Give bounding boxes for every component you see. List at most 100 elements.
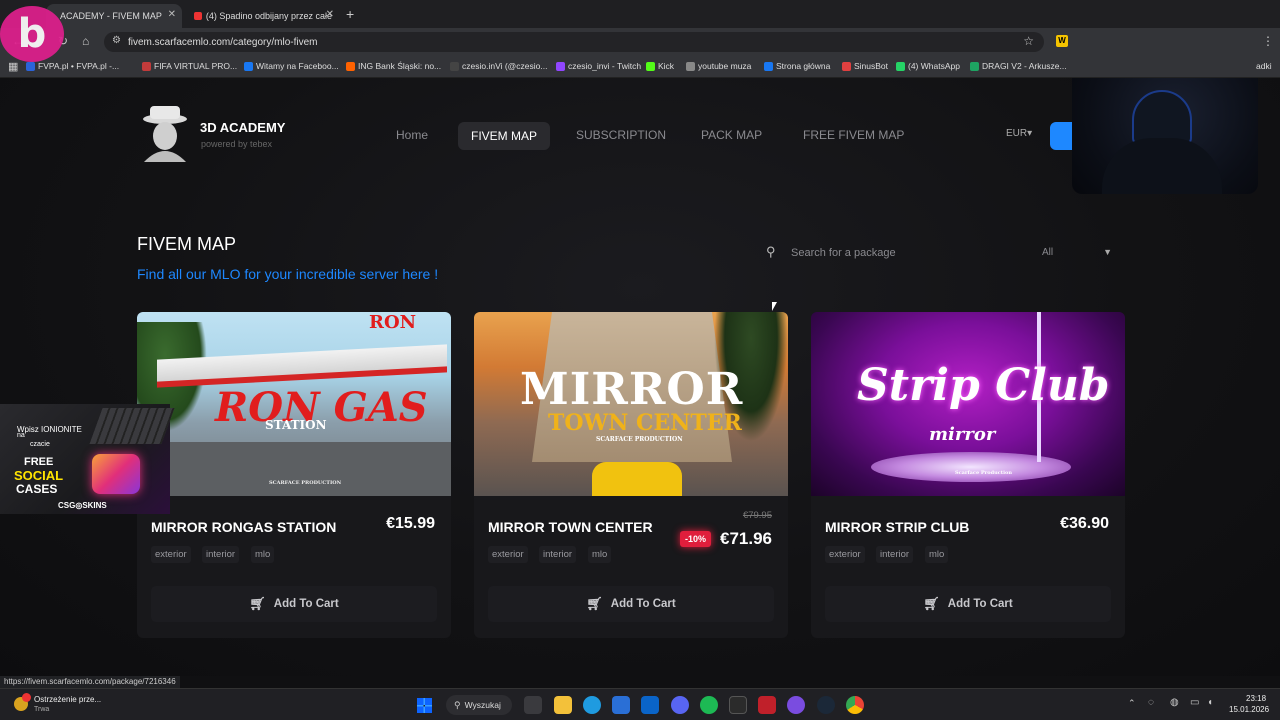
promo-big: FREE <box>24 456 54 468</box>
nav-free-fivem-map[interactable]: FREE FIVEM MAP <box>803 128 904 142</box>
bookmark-label: Strona główna <box>776 61 831 71</box>
nav-fivem-map[interactable]: FIVEM MAP <box>458 122 551 150</box>
stream-promo-overlay: Wpisz IONIONITE na czacie FREE SOCIAL CA… <box>0 404 175 514</box>
task-view-icon[interactable] <box>524 696 542 714</box>
volume-icon[interactable]: ◖ <box>1207 697 1213 708</box>
image-sign: RON <box>369 312 417 333</box>
product-card[interactable]: Strip Club mirror Scarface Production MI… <box>811 312 1125 638</box>
bookmark-item[interactable]: czesio.inVi (@czesio... <box>450 61 547 71</box>
image-headline: Strip Club <box>857 360 1110 411</box>
notification-widget[interactable]: Ostrzeżenie prze... Trwa <box>8 693 128 717</box>
currency-selector[interactable]: EUR▾ <box>1006 128 1032 139</box>
tray-chevron-icon[interactable]: ⌃ <box>1128 698 1136 709</box>
bookmark-item[interactable]: ING Bank Śląski: no... <box>346 61 441 71</box>
nav-pack-map[interactable]: PACK MAP <box>701 128 762 142</box>
product-image-town-center[interactable]: MIRROR TOWN CENTER SCARFACE PRODUCTION <box>474 312 788 496</box>
close-icon[interactable]: ✕ <box>168 9 176 20</box>
file-explorer-icon[interactable] <box>554 696 572 714</box>
bookmark-item[interactable]: FIFA VIRTUAL PRO... <box>142 61 237 71</box>
home-icon[interactable]: ⌂ <box>82 34 89 48</box>
bookmark-favicon-icon <box>842 61 851 71</box>
product-tag[interactable]: mlo <box>925 546 949 563</box>
terminal-icon[interactable] <box>729 696 747 714</box>
menu-icon[interactable]: ⋮ <box>1262 34 1274 48</box>
steam-icon[interactable] <box>817 696 835 714</box>
new-tab-button[interactable]: + <box>346 6 354 22</box>
clock-date[interactable]: 15.01.2026 <box>1229 705 1269 714</box>
windows-start-icon[interactable] <box>417 698 432 713</box>
bookmark-item[interactable]: youtube muza <box>686 61 751 71</box>
extension-icon[interactable]: W <box>1056 35 1068 47</box>
discord-icon[interactable] <box>671 696 689 714</box>
nav-home[interactable]: Home <box>396 128 428 142</box>
bookmark-item[interactable]: DRAGI V2 - Arkusze... <box>970 61 1067 71</box>
bookmark-item[interactable]: Witamy na Faceboo... <box>244 61 339 71</box>
product-card[interactable]: RON GAS STATION SCARFACE PRODUCTION RON … <box>137 312 451 638</box>
product-tag[interactable]: exterior <box>825 546 865 563</box>
category-filter[interactable]: All ▼ <box>1040 246 1114 264</box>
site-info-icon[interactable]: ⚙ <box>112 35 121 46</box>
product-tag[interactable]: interior <box>876 546 914 563</box>
product-title[interactable]: MIRROR RONGAS STATION <box>151 519 336 535</box>
tab-fivem-map[interactable]: ACADEMY - FIVEM MAP ✕ <box>46 4 182 28</box>
product-tag[interactable]: mlo <box>588 546 612 563</box>
network-icon[interactable]: ◌ <box>1148 697 1154 708</box>
product-title[interactable]: MIRROR TOWN CENTER <box>488 519 653 535</box>
image-subline: mirror <box>929 424 996 445</box>
outlook-icon[interactable] <box>641 696 659 714</box>
obs-icon[interactable] <box>787 696 805 714</box>
bookmark-label: Kick <box>658 61 675 71</box>
bookmark-item[interactable]: Kick <box>646 61 674 71</box>
product-tag[interactable]: interior <box>539 546 577 563</box>
bookmark-star-icon[interactable]: ☆ <box>1023 34 1034 48</box>
web-page: 3D ACADEMY powered by tebex Home FIVEM M… <box>0 78 1280 676</box>
product-tag[interactable]: exterior <box>488 546 528 563</box>
product-tag[interactable]: interior <box>202 546 240 563</box>
add-to-cart-button[interactable]: 🛒︎ Add To Cart <box>825 586 1111 622</box>
chrome-icon[interactable] <box>846 696 864 714</box>
nav-subscription[interactable]: SUBSCRIPTION <box>576 128 666 142</box>
bookmark-item[interactable]: SinusBot <box>842 61 888 71</box>
site-brand[interactable]: 3D ACADEMY <box>200 120 285 135</box>
promo-line: Wpisz IONIONITE <box>17 425 82 434</box>
bookmark-item[interactable]: FVPA.pl • FVPA.pl -... <box>26 61 119 71</box>
add-to-cart-button[interactable]: 🛒︎ Add To Cart <box>488 586 774 622</box>
store-icon[interactable] <box>612 696 630 714</box>
image-subline: STATION <box>265 418 327 432</box>
site-logo[interactable] <box>138 106 192 162</box>
tab-youtube[interactable]: (4) Spadino odbijany przez całe ✕ <box>186 4 340 28</box>
bookmark-item[interactable]: czesio_invi - Twitch <box>556 61 641 71</box>
product-title[interactable]: MIRROR STRIP CLUB <box>825 519 969 535</box>
product-tag[interactable]: mlo <box>251 546 275 563</box>
bookmark-item[interactable]: Strona główna <box>764 61 830 71</box>
product-card[interactable]: MIRROR TOWN CENTER SCARFACE PRODUCTION M… <box>474 312 788 638</box>
bookmark-favicon-icon <box>244 61 253 71</box>
recorder-icon[interactable] <box>758 696 776 714</box>
monitor-icon[interactable]: ▭ <box>1190 697 1199 708</box>
browser-tab-strip: ACADEMY - FIVEM MAP ✕ (4) Spadino odbija… <box>0 0 1280 28</box>
bookmark-label: ING Bank Śląski: no... <box>358 61 442 71</box>
bookmark-item[interactable]: (4) WhatsApp <box>896 61 960 71</box>
address-bar[interactable]: ⚙ fivem.scarfacemlo.com/category/mlo-fiv… <box>104 32 1044 52</box>
bookmark-label: Witamy na Faceboo... <box>256 61 339 71</box>
spotify-icon[interactable] <box>700 696 718 714</box>
clock-time[interactable]: 23:18 <box>1246 694 1266 703</box>
add-to-cart-button[interactable]: 🛒︎ Add To Cart <box>151 586 437 622</box>
taskbar-search[interactable]: ⚲ Wyszukaj <box>446 695 512 715</box>
search-field[interactable]: ⚲ Search for a package <box>764 244 1024 264</box>
bookmark-label: DRAGI V2 - Arkusze... <box>982 61 1067 71</box>
all-bookmarks-label[interactable]: adki <box>1256 61 1272 71</box>
promo-big: CASES <box>16 482 58 496</box>
edge-icon[interactable] <box>583 696 601 714</box>
cart-icon: 🛒︎ <box>586 596 603 611</box>
product-tag[interactable]: exterior <box>151 546 191 563</box>
bookmark-label: FIFA VIRTUAL PRO... <box>154 61 238 71</box>
close-icon[interactable]: ✕ <box>326 9 334 20</box>
mic-icon[interactable]: ◍ <box>1170 697 1179 708</box>
product-price: €71.96 <box>720 529 772 548</box>
product-price: €36.90 <box>1060 515 1109 532</box>
product-image-rongas[interactable]: RON GAS STATION SCARFACE PRODUCTION RON <box>137 312 451 496</box>
status-url: https://fivem.scarfacemlo.com/package/72… <box>0 676 180 688</box>
apps-grid-icon[interactable]: ▦ <box>8 60 18 73</box>
product-image-strip-club[interactable]: Strip Club mirror Scarface Production <box>811 312 1125 496</box>
